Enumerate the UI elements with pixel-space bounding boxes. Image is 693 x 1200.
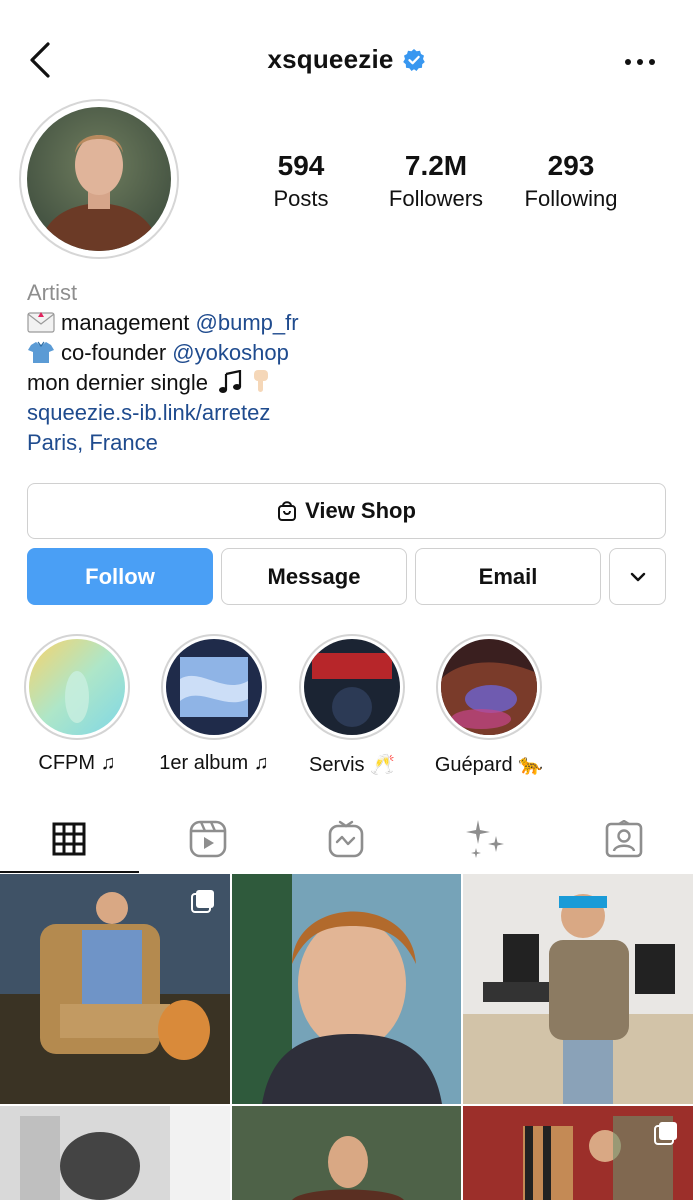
post-image	[463, 874, 693, 1104]
bio-location[interactable]: Paris, France	[27, 428, 667, 458]
suggested-accounts-button[interactable]	[609, 548, 666, 605]
more-horizontal-icon	[625, 59, 631, 65]
tab-igtv[interactable]	[277, 806, 416, 872]
post-tile[interactable]	[232, 1106, 461, 1200]
tab-posts[interactable]	[0, 806, 139, 873]
post-tile[interactable]	[463, 1106, 693, 1200]
shopping-bag-icon	[278, 501, 297, 521]
stat-followers[interactable]: 7.2M Followers	[366, 150, 506, 212]
highlight-cfpm[interactable]: CFPM ♫	[12, 634, 142, 775]
view-shop-label: View Shop	[305, 498, 416, 523]
post-tile[interactable]	[0, 1106, 230, 1200]
posts-grid	[0, 874, 693, 1200]
music-note-icon	[219, 370, 242, 393]
pointing-down-icon	[254, 370, 269, 392]
highlight-label: Guépard 🐆	[434, 754, 544, 776]
stat-posts[interactable]: 594 Posts	[236, 150, 366, 212]
post-tile[interactable]	[463, 874, 693, 1104]
bio-text: management	[61, 310, 196, 335]
more-options-button[interactable]	[625, 50, 655, 74]
highlight-guepard[interactable]: Guépard 🐆	[424, 634, 554, 777]
post-image	[232, 874, 461, 1104]
igtv-icon	[329, 820, 364, 858]
profile-bio: Artist management @bump_fr co-founder @y…	[27, 278, 667, 458]
shirt-icon	[28, 341, 54, 363]
bio-line-single: mon dernier single	[27, 368, 667, 398]
multiple-photos-icon	[654, 1122, 677, 1145]
stat-value: 7.2M	[404, 150, 468, 181]
tab-reels[interactable]	[139, 806, 278, 872]
envelope-icon	[27, 312, 55, 333]
profile-avatar-ring[interactable]	[19, 99, 179, 259]
multiple-photos-icon	[191, 890, 214, 913]
sparkles-icon	[466, 820, 505, 858]
username: xsqueezie	[267, 44, 394, 74]
stat-value: 293	[547, 150, 595, 181]
post-image	[0, 1106, 230, 1200]
username-title: xsqueezie	[0, 44, 693, 75]
bio-text: mon dernier single	[27, 370, 208, 395]
highlight-label: CFPM ♫	[38, 752, 116, 774]
avatar-image	[27, 107, 171, 251]
bio-external-link[interactable]: squeezie.s-ib.link/arretez	[27, 398, 667, 428]
chevron-down-icon	[630, 572, 645, 581]
highlight-cover	[166, 639, 262, 735]
bio-line-cofounder: co-founder @yokoshop	[27, 338, 667, 368]
highlight-label: Servis 🥂	[308, 754, 396, 776]
highlight-cover	[441, 639, 537, 735]
stat-label: Followers	[388, 186, 484, 211]
message-label: Message	[267, 563, 361, 589]
profile-stats: 594 Posts 7.2M Followers 293 Following	[236, 150, 656, 212]
mention-yokoshop[interactable]: @yokoshop	[172, 340, 289, 365]
tagged-icon	[605, 820, 642, 858]
view-shop-button[interactable]: View Shop	[27, 483, 666, 539]
bio-text: co-founder	[61, 340, 173, 365]
mention-bump-fr[interactable]: @bump_fr	[196, 310, 299, 335]
post-tile[interactable]	[0, 874, 230, 1104]
stat-label: Posts	[273, 186, 329, 211]
post-tile[interactable]	[232, 874, 461, 1104]
post-image	[232, 1106, 461, 1200]
email-button[interactable]: Email	[415, 548, 601, 605]
verified-badge-icon	[402, 48, 425, 71]
bio-line-management: management @bump_fr	[27, 308, 667, 338]
stat-following[interactable]: 293 Following	[506, 150, 636, 212]
follow-button[interactable]: Follow	[27, 548, 213, 605]
highlight-1er-album[interactable]: 1er album ♫	[149, 634, 279, 775]
follow-label: Follow	[85, 563, 155, 589]
highlight-servis[interactable]: Servis 🥂	[287, 634, 417, 777]
stat-label: Following	[524, 186, 618, 211]
highlight-label: 1er album ♫	[159, 752, 269, 774]
grid-icon	[52, 822, 86, 856]
profile-tabs	[0, 806, 693, 873]
email-label: Email	[478, 563, 538, 589]
reels-icon	[189, 820, 227, 858]
message-button[interactable]: Message	[221, 548, 407, 605]
avatar	[27, 107, 171, 251]
highlight-cover	[304, 639, 400, 735]
stat-value: 594	[277, 150, 325, 181]
tab-guides[interactable]	[416, 806, 555, 872]
profile-category: Artist	[27, 280, 78, 305]
highlight-cover	[29, 639, 125, 735]
tab-tagged[interactable]	[554, 806, 693, 872]
